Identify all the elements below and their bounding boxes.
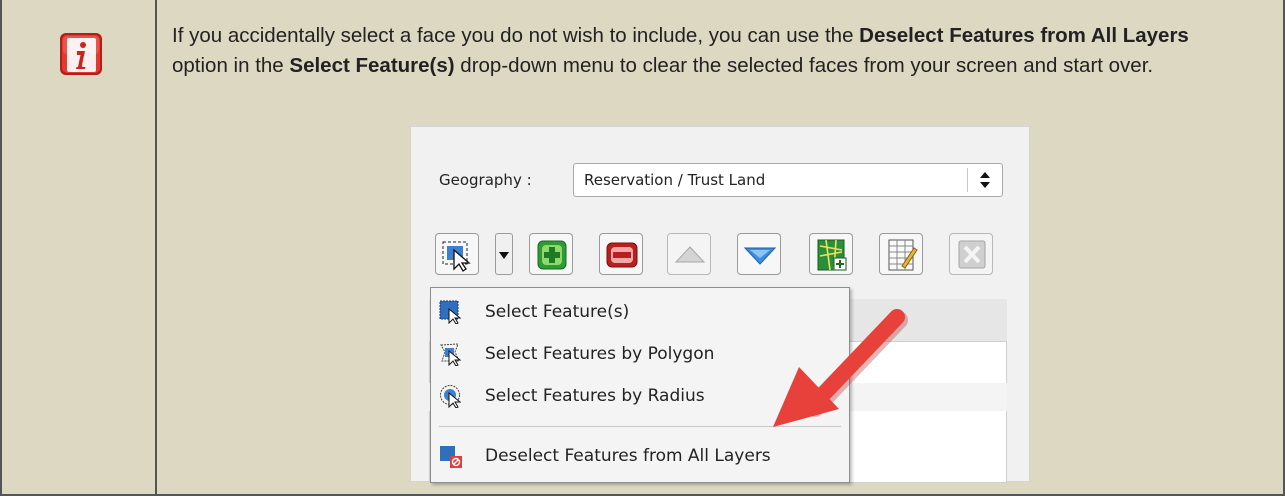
info-icon	[60, 33, 102, 75]
column-divider	[155, 0, 157, 496]
paragraph-text: drop-down menu to clear the selected fac…	[454, 54, 1154, 77]
select-feature-term: Select Feature(s)	[289, 54, 455, 77]
embedded-screenshot: Geography : Reservation / Trust Land Sel…	[410, 126, 1030, 483]
paragraph-text: If you accidentally select a face you do…	[172, 24, 860, 47]
left-border	[0, 0, 2, 496]
deselect-term: Deselect Features from All Layers	[859, 24, 1189, 47]
paragraph-text: option in the	[172, 54, 290, 77]
red-arrow-icon	[773, 309, 908, 427]
info-note: If you accidentally select a face you do…	[0, 0, 1285, 496]
note-paragraph: If you accidentally select a face you do…	[172, 21, 1222, 81]
